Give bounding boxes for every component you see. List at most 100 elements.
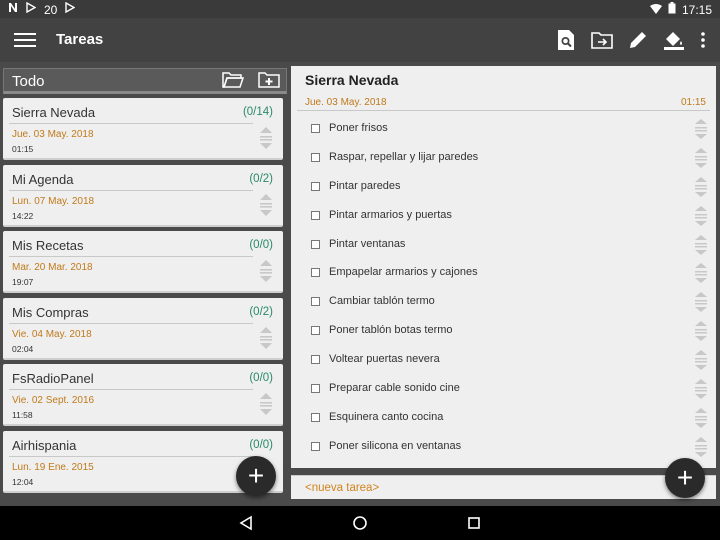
list-time: 01:15 [12, 144, 34, 154]
reorder-arrows-icon[interactable] [694, 350, 708, 375]
list-name: Mis Recetas [12, 238, 84, 253]
task-item[interactable]: Pintar armarios y puertas [291, 201, 716, 230]
list-count: (0/2) [249, 172, 273, 185]
lists-header-title: Todo [12, 73, 45, 90]
status-bar: 20 17:15 [0, 0, 720, 18]
list-time: 19:07 [12, 277, 34, 287]
task-item[interactable]: Pintar paredes [291, 172, 716, 201]
task-checkbox[interactable] [311, 268, 320, 278]
task-item[interactable]: Poner frisos [291, 114, 716, 143]
task-label: Pintar paredes [329, 179, 401, 192]
task-checkbox[interactable] [311, 239, 320, 249]
list-card-fsradiopanel[interactable]: FsRadioPanel (0/0) Vie. 02 Sept. 2016 11… [3, 364, 283, 426]
reorder-arrows-icon[interactable] [694, 119, 708, 144]
task-checkbox[interactable] [311, 326, 320, 336]
task-checkbox[interactable] [311, 412, 320, 422]
task-label: Pintar ventanas [329, 237, 406, 250]
battery-icon [668, 2, 676, 17]
new-task-input[interactable]: <nueva tarea> [305, 482, 379, 494]
list-card-mi-agenda[interactable]: Mi Agenda (0/2) Lun. 07 May. 2018 14:22 [3, 164, 283, 227]
list-date: Lun. 07 May. 2018 [12, 195, 95, 207]
app-bar: Tareas [0, 18, 720, 62]
task-checkbox[interactable] [311, 297, 320, 307]
menu-icon[interactable] [14, 29, 36, 51]
task-item[interactable]: Cambiar tablón termo [291, 287, 716, 316]
task-checkbox[interactable] [311, 152, 320, 162]
reorder-arrows-icon[interactable] [694, 292, 708, 317]
list-time: 02:04 [12, 343, 34, 354]
reorder-arrows-icon[interactable] [694, 436, 708, 462]
divider [9, 123, 253, 124]
reorder-arrows-icon[interactable] [694, 263, 708, 288]
task-checkbox[interactable] [311, 441, 320, 451]
add-task-fab[interactable]: + [665, 458, 705, 498]
task-item[interactable]: Voltear puertas nevera [291, 345, 716, 374]
play-store-icon-2 [65, 1, 76, 17]
list-date: Mar. 20 Mar. 2018 [12, 262, 93, 273]
tasks-panel-date: Jue. 03 May. 2018 [305, 97, 387, 108]
task-item[interactable]: Poner silicona en ventanas [291, 432, 716, 461]
system-nav-bar [0, 506, 720, 540]
task-label: Esquinera canto cocina [329, 410, 444, 423]
list-count: (0/2) [249, 305, 273, 318]
task-checkbox[interactable] [311, 384, 320, 394]
reorder-arrows-icon[interactable] [259, 259, 273, 288]
reorder-arrows-icon[interactable] [694, 407, 708, 433]
add-list-fab[interactable]: + [236, 456, 276, 496]
task-item[interactable]: Raspar, repellar y lijar paredes [291, 143, 716, 172]
list-name: FsRadioPanel [12, 371, 94, 386]
list-card-sierra-nevada[interactable]: Sierra Nevada (0/14) Jue. 03 May. 2018 0… [3, 98, 283, 160]
list-count: (0/0) [249, 438, 273, 451]
reorder-arrows-icon[interactable] [694, 205, 708, 231]
play-store-icon [26, 1, 37, 17]
task-item[interactable]: Empapelar armarios y cajones [291, 258, 716, 287]
reorder-arrows-icon[interactable] [259, 126, 273, 155]
task-checkbox[interactable] [311, 210, 320, 220]
reorder-arrows-icon[interactable] [694, 176, 708, 202]
reorder-arrows-icon[interactable] [694, 321, 708, 346]
folder-move-icon[interactable] [590, 28, 614, 52]
list-name: Sierra Nevada [12, 105, 96, 120]
search-document-icon[interactable] [554, 28, 578, 52]
list-time: 11:58 [12, 410, 33, 420]
list-date: Lun. 19 Ene. 2015 [12, 461, 94, 473]
task-item[interactable]: Pintar ventanas [291, 230, 716, 259]
divider [9, 389, 253, 390]
lists-header[interactable]: Todo [3, 68, 287, 94]
list-date: Vie. 04 May. 2018 [12, 328, 92, 340]
paint-bucket-icon[interactable] [662, 28, 686, 52]
task-item[interactable]: Preparar cable sonido cine [291, 374, 716, 403]
task-label: Empapelar armarios y cajones [329, 266, 478, 279]
list-card-mis-recetas[interactable]: Mis Recetas (0/0) Mar. 20 Mar. 2018 19:0… [3, 231, 283, 293]
reorder-arrows-icon[interactable] [259, 193, 273, 222]
reorder-arrows-icon[interactable] [694, 147, 708, 173]
task-item[interactable]: Esquinera canto cocina [291, 403, 716, 432]
tasks-panel: Sierra Nevada Jue. 03 May. 2018 01:15 Po… [291, 66, 716, 468]
divider [9, 455, 253, 457]
folder-add-icon[interactable] [258, 70, 280, 95]
task-checkbox[interactable] [311, 181, 320, 191]
task-label: Cambiar tablón termo [329, 295, 435, 308]
recents-icon[interactable] [466, 515, 482, 531]
list-date: Jue. 03 May. 2018 [12, 129, 94, 140]
reorder-arrows-icon[interactable] [694, 234, 708, 260]
list-card-mis-compras[interactable]: Mis Compras (0/2) Vie. 04 May. 2018 02:0… [3, 297, 283, 360]
list-time: 14:22 [12, 210, 34, 221]
notification-n-icon [8, 2, 18, 17]
task-item[interactable]: Poner tablón botas termo [291, 316, 716, 345]
task-list: Poner frisos Raspar, repellar y lijar pa… [291, 114, 716, 461]
folder-open-icon[interactable] [222, 70, 245, 95]
back-icon[interactable] [238, 515, 254, 531]
reorder-arrows-icon[interactable] [694, 379, 708, 404]
reorder-arrows-icon[interactable] [259, 392, 273, 421]
task-checkbox[interactable] [311, 124, 320, 133]
task-label: Poner frisos [329, 122, 388, 134]
lists-panel: Todo Sierra Nevada (0/14) Jue. 03 May. 2… [0, 62, 290, 506]
reorder-arrows-icon[interactable] [259, 326, 273, 355]
home-icon[interactable] [352, 515, 368, 531]
list-count: (0/14) [242, 106, 273, 118]
pencil-icon[interactable] [626, 28, 650, 52]
more-vert-icon[interactable] [698, 28, 708, 52]
task-label: Preparar cable sonido cine [329, 382, 460, 395]
task-checkbox[interactable] [311, 355, 320, 365]
